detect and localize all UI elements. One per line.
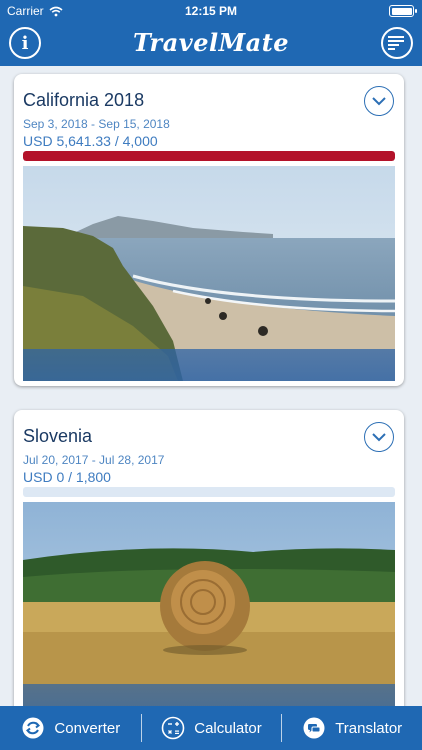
- translator-icon: [301, 715, 327, 741]
- trip-budget-amount: USD 0 / 1,800: [23, 469, 111, 485]
- tab-converter[interactable]: Converter: [0, 706, 141, 750]
- trip-name: California 2018: [23, 90, 145, 110]
- calculator-icon: [160, 715, 186, 741]
- bottom-tab-bar: Converter Calculator Translator: [0, 706, 422, 750]
- chevron-down-icon: [372, 96, 386, 105]
- tab-calculator[interactable]: Calculator: [140, 706, 282, 750]
- expand-button[interactable]: [364, 422, 394, 452]
- list-menu-icon: [388, 36, 404, 50]
- expand-button[interactable]: [364, 86, 394, 116]
- trip-dates: Jul 20, 2017 - Jul 28, 2017: [23, 453, 165, 467]
- trip-name: Slovenia: [23, 426, 93, 446]
- budget-progress-bar: [23, 151, 395, 161]
- trip-card[interactable]: California 2018 Sep 3, 2018 - Sep 15, 20…: [14, 74, 404, 386]
- status-time: 12:15 PM: [184, 4, 238, 18]
- budget-progress-bar: [23, 487, 395, 497]
- nav-bar: i TravelMate: [0, 22, 422, 66]
- trip-photo[interactable]: [23, 166, 395, 381]
- coast-photo-image: [23, 166, 395, 381]
- trip-dates: Sep 3, 2018 - Sep 15, 2018: [23, 117, 170, 131]
- app-title: TravelMate: [132, 28, 290, 57]
- chevron-down-icon: [372, 432, 386, 441]
- status-bar: Carrier 12:15 PM: [0, 0, 422, 22]
- tab-translator[interactable]: Translator: [281, 706, 422, 750]
- tab-calculator-label: Calculator: [194, 719, 262, 737]
- trip-photo[interactable]: [23, 502, 395, 706]
- battery-icon: [389, 5, 417, 17]
- budget-progress-fill: [23, 151, 395, 161]
- trip-budget-amount: USD 5,641.33 / 4,000: [23, 133, 158, 149]
- trip-card[interactable]: Slovenia Jul 20, 2017 - Jul 28, 2017 USD…: [14, 410, 404, 706]
- trip-list[interactable]: California 2018 Sep 3, 2018 - Sep 15, 20…: [0, 66, 422, 706]
- menu-button[interactable]: [381, 27, 413, 59]
- tab-converter-label: Converter: [54, 719, 121, 737]
- tab-translator-label: Translator: [335, 719, 403, 737]
- field-photo-image: [23, 502, 395, 706]
- converter-icon: [20, 715, 46, 741]
